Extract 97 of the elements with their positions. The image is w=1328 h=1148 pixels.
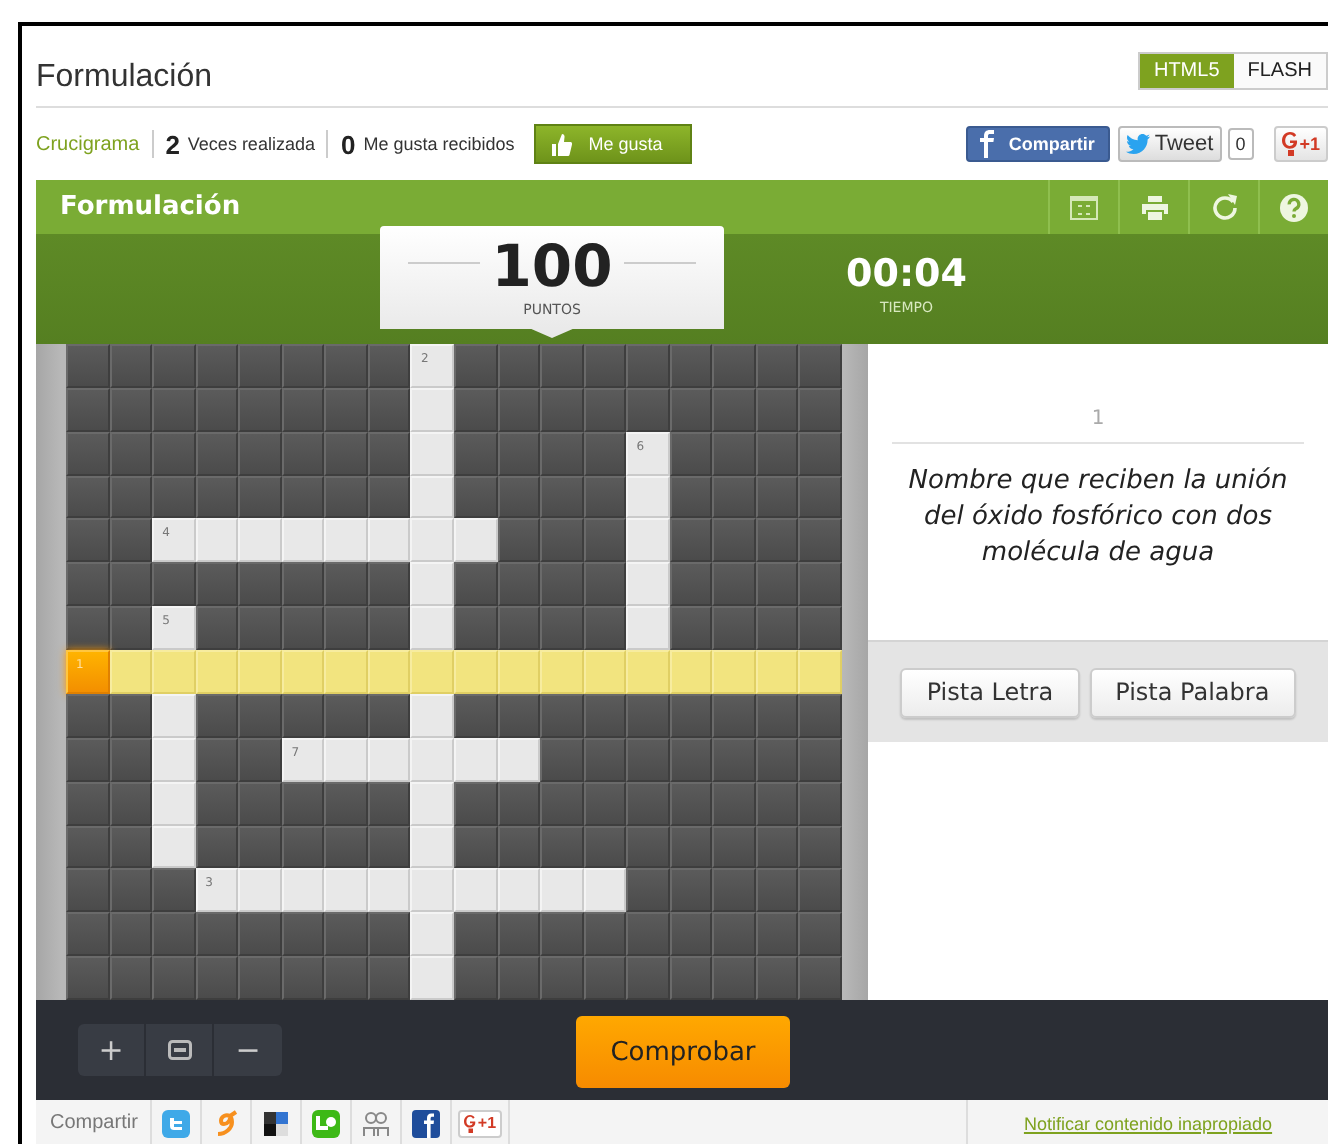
highlighted-cell[interactable] <box>540 650 584 694</box>
letter-cell[interactable] <box>410 737 454 782</box>
letter-cell[interactable] <box>583 868 627 913</box>
facebook-share-button[interactable]: Compartir <box>966 126 1111 162</box>
letter-cell[interactable] <box>238 518 282 563</box>
letter-cell[interactable] <box>626 606 670 651</box>
letter-cell[interactable] <box>410 475 454 519</box>
highlighted-cell[interactable] <box>798 650 842 694</box>
letter-cell[interactable] <box>152 781 196 826</box>
fullscreen-icon <box>1070 195 1098 219</box>
highlighted-cell[interactable] <box>410 650 454 694</box>
tweet-button[interactable]: Tweet <box>1118 126 1222 162</box>
squares-icon[interactable] <box>261 1109 290 1137</box>
check-button[interactable]: Comprobar <box>576 1016 790 1088</box>
thumbs-up-icon <box>552 133 573 155</box>
facebook-icon[interactable] <box>411 1109 440 1137</box>
zoom-out-button[interactable]: − <box>214 1024 282 1076</box>
google-plus-button[interactable]: +1 <box>1273 126 1328 162</box>
letter-cell[interactable] <box>453 518 498 563</box>
letter-cell[interactable] <box>410 606 454 651</box>
time-value: 00:04 <box>846 252 967 296</box>
report-link[interactable]: Notificar contenido inapropiado <box>1023 1113 1273 1133</box>
letter-cell[interactable] <box>410 518 454 563</box>
letter-cell[interactable] <box>540 868 584 913</box>
hint-button[interactable]: Pista Palabra <box>1089 667 1296 717</box>
zoom-in-button[interactable]: + <box>78 1024 146 1076</box>
letter-cell[interactable] <box>281 518 325 563</box>
facebook-icon <box>974 130 999 158</box>
help-icon <box>1280 193 1308 221</box>
letter-cell[interactable] <box>238 868 282 913</box>
letter-cell[interactable] <box>497 868 541 913</box>
highlighted-cell[interactable] <box>453 650 498 694</box>
letter-cell[interactable] <box>152 825 196 869</box>
letter-cell[interactable] <box>453 737 498 782</box>
highlighted-cell[interactable] <box>152 650 196 694</box>
refresh-icon <box>1211 194 1237 220</box>
letter-cell[interactable] <box>410 431 454 476</box>
highlighted-cell[interactable] <box>195 650 239 694</box>
likes-label: Me gusta recibidos <box>363 134 515 154</box>
highlighted-cell[interactable] <box>712 650 756 694</box>
clue-text: Nombre que reciben la unión del óxido fosfórico con dos molécula de agua <box>906 464 1290 572</box>
letter-cell[interactable] <box>195 518 239 563</box>
share-label: Compartir <box>48 1112 140 1134</box>
letter-cell[interactable] <box>410 825 454 869</box>
highlighted-cell[interactable] <box>669 650 713 694</box>
score-value: 100 <box>491 234 613 298</box>
letter-cell[interactable] <box>324 737 368 782</box>
letter-cell[interactable] <box>410 956 454 1000</box>
letter-cell[interactable] <box>324 868 368 913</box>
letter-cell[interactable] <box>367 737 411 782</box>
letter-cell[interactable] <box>410 562 454 607</box>
letter-cell[interactable] <box>453 868 498 913</box>
page-title: Formulación <box>36 60 213 96</box>
highlighted-cell[interactable] <box>626 650 670 694</box>
letter-cell[interactable] <box>626 562 670 607</box>
letter-cell[interactable] <box>410 912 454 957</box>
google-g-icon <box>463 1113 476 1133</box>
letter-cell[interactable] <box>367 518 411 563</box>
google-plus-button[interactable]: +1 <box>457 1109 503 1137</box>
like-button[interactable]: Me gusta <box>534 124 693 164</box>
letter-cell[interactable] <box>152 693 196 738</box>
likes-count: 0 <box>340 129 356 159</box>
mode-toggle[interactable]: FLASH <box>1233 54 1326 88</box>
highlighted-cell[interactable] <box>497 650 541 694</box>
twitter-icon[interactable] <box>161 1109 190 1137</box>
letter-cell[interactable] <box>410 693 454 738</box>
highlighted-cell[interactable] <box>755 650 799 694</box>
google-g-icon <box>1281 132 1298 156</box>
letter-cell[interactable] <box>626 518 670 563</box>
highlighted-cell[interactable] <box>238 650 282 694</box>
mode-toggle[interactable]: HTML5 <box>1139 54 1234 88</box>
speech-bubble-icon[interactable] <box>311 1109 340 1137</box>
highlighted-cell[interactable] <box>367 650 411 694</box>
tweet-count: 0 <box>1227 128 1254 160</box>
game-title: Formulación <box>58 192 243 222</box>
letter-cell[interactable] <box>152 737 196 782</box>
bird-icon <box>1126 134 1151 154</box>
category-link[interactable]: Crucigrama <box>36 133 140 155</box>
screen-icon <box>167 1040 191 1060</box>
people-icon[interactable] <box>361 1109 390 1137</box>
highlighted-cell[interactable] <box>109 650 153 694</box>
letter-cell[interactable] <box>324 518 368 563</box>
letter-cell[interactable] <box>410 868 454 913</box>
plays-count: 2 <box>165 129 180 159</box>
highlighted-cell[interactable] <box>583 650 627 694</box>
highlighted-cell[interactable] <box>281 650 325 694</box>
letter-cell[interactable] <box>626 475 670 519</box>
plays-label: Veces realizada <box>187 134 315 154</box>
highlighted-cell[interactable] <box>324 650 368 694</box>
letter-cell[interactable] <box>281 868 325 913</box>
print-icon <box>1141 195 1167 219</box>
clue-number-label: 1 <box>892 408 1304 444</box>
letter-cell[interactable] <box>367 868 411 913</box>
letter-cell[interactable] <box>497 737 541 782</box>
letter-cell[interactable] <box>410 781 454 826</box>
hint-button[interactable]: Pista Letra <box>900 667 1080 717</box>
letter-cell[interactable] <box>410 387 454 432</box>
